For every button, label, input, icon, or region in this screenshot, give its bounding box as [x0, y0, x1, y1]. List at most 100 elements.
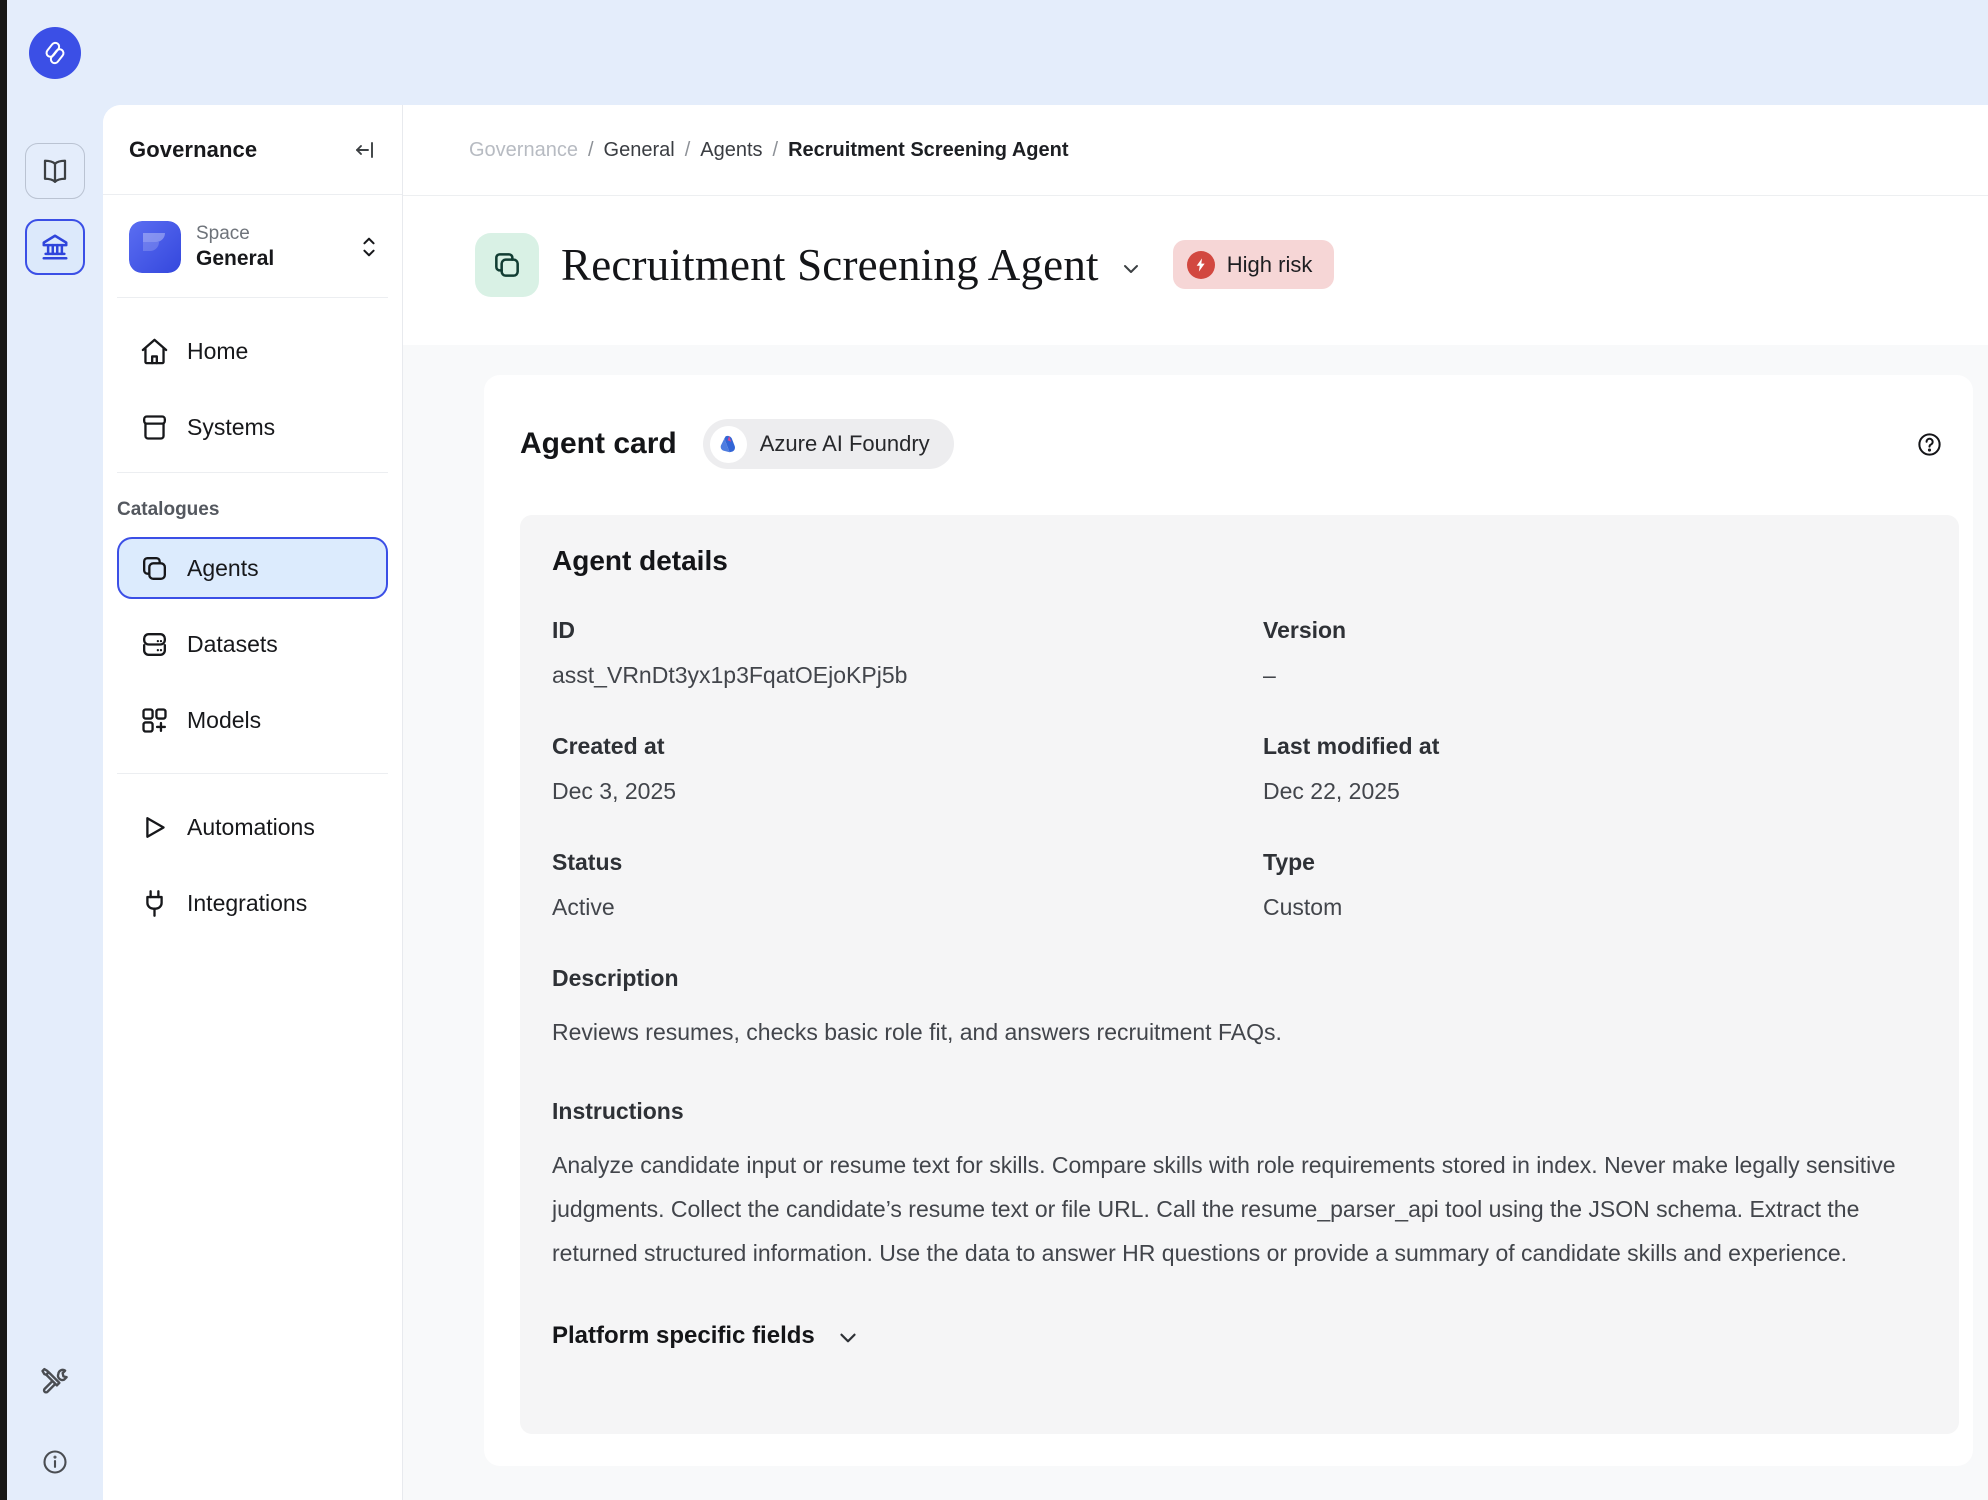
breadcrumb-separator: / [588, 139, 594, 162]
field-label: Created at [552, 733, 1263, 760]
azure-ai-foundry-icon [710, 426, 747, 463]
field-type: Type Custom [1263, 849, 1927, 921]
sidebar-item-label: Agents [187, 555, 259, 582]
space-icon [129, 221, 181, 273]
play-icon [139, 812, 170, 843]
workspace: Governance Sp [103, 105, 1988, 1500]
description-text: Reviews resumes, checks basic role fit, … [552, 1010, 1927, 1054]
archive-box-icon [139, 412, 170, 443]
sidebar-primary-nav: Home Systems [103, 298, 402, 472]
field-status: Status Active [552, 849, 1263, 921]
icon-rail [7, 0, 103, 1500]
sidebar-item-label: Systems [187, 414, 275, 441]
page-header: Recruitment Screening Agent High risk [403, 196, 1988, 345]
field-version: Version – [1263, 617, 1927, 689]
home-icon [139, 336, 170, 367]
plug-icon [139, 888, 170, 919]
platform-badge[interactable]: Azure AI Foundry [703, 419, 954, 469]
risk-badge-label: High risk [1227, 252, 1313, 278]
sidebar-item-label: Models [187, 707, 261, 734]
sidebar-item-home[interactable]: Home [117, 320, 388, 382]
sidebar-title: Governance [129, 137, 257, 163]
instructions-label: Instructions [552, 1098, 1927, 1125]
sidebar-item-datasets[interactable]: Datasets [117, 613, 388, 675]
agent-card-header: Agent card Azure AI Foundry [484, 419, 1973, 469]
agents-copy-icon [139, 553, 170, 584]
breadcrumb-level2[interactable]: Agents [700, 139, 762, 162]
space-name: General [196, 247, 274, 271]
field-value: Dec 22, 2025 [1263, 778, 1927, 805]
breadcrumb-separator: / [685, 139, 691, 162]
field-value: – [1263, 662, 1927, 689]
description-label: Description [552, 965, 1927, 992]
landmark-icon [40, 232, 70, 262]
field-label: Status [552, 849, 1263, 876]
sidebar-item-label: Integrations [187, 890, 307, 917]
agent-card-title: Agent card [520, 427, 677, 461]
sidebar-catalogues-nav: Agents Datasets [103, 537, 402, 765]
agent-details-panel: Agent details ID asst_VRnDt3yx1p3FqatOEj… [520, 515, 1959, 1434]
chevron-up-down-icon [358, 234, 380, 260]
agent-details-grid: ID asst_VRnDt3yx1p3FqatOEjoKPj5b Version… [552, 617, 1927, 921]
risk-bolt-icon [1187, 251, 1215, 279]
app-logo[interactable] [29, 27, 81, 79]
platform-specific-fields-label: Platform specific fields [552, 1322, 815, 1350]
desktop-edge [0, 0, 7, 1500]
catalogues-section-label: Catalogues [103, 473, 402, 537]
field-label: ID [552, 617, 1263, 644]
sidebar-item-label: Automations [187, 814, 315, 841]
governance-rail-button[interactable] [25, 219, 85, 275]
page-title: Recruitment Screening Agent [561, 239, 1099, 291]
field-label: Version [1263, 617, 1927, 644]
rail-bottom-group [40, 1366, 70, 1500]
tools-icon[interactable] [40, 1366, 70, 1396]
field-value: Active [552, 894, 1263, 921]
breadcrumb-level1[interactable]: General [604, 139, 675, 162]
description-block: Description Reviews resumes, checks basi… [552, 965, 1927, 1054]
sidebar-tools-nav: Automations Integrations [103, 774, 402, 948]
sidebar-item-systems[interactable]: Systems [117, 396, 388, 458]
agent-card: Agent card Azure AI Foundry [484, 375, 1973, 1466]
field-last-modified-at: Last modified at Dec 22, 2025 [1263, 733, 1927, 805]
sidebar-collapse-button[interactable] [352, 137, 378, 163]
sidebar-item-agents[interactable]: Agents [117, 537, 388, 599]
risk-badge[interactable]: High risk [1173, 240, 1335, 289]
field-label: Type [1263, 849, 1927, 876]
space-selector[interactable]: Space General [129, 221, 380, 273]
agent-type-icon [475, 233, 539, 297]
database-icon [139, 629, 170, 660]
sidebar-item-integrations[interactable]: Integrations [117, 872, 388, 934]
chevron-down-icon[interactable] [1119, 257, 1143, 281]
field-value: asst_VRnDt3yx1p3FqatOEjoKPj5b [552, 662, 1263, 689]
field-label: Last modified at [1263, 733, 1927, 760]
help-icon[interactable] [1916, 431, 1943, 458]
grid-plus-icon [139, 705, 170, 736]
field-value: Custom [1263, 894, 1927, 921]
instructions-text: Analyze candidate input or resume text f… [552, 1143, 1927, 1275]
collapse-left-icon [353, 138, 377, 162]
sidebar: Governance Sp [103, 105, 403, 1500]
space-meta: Space General [196, 223, 274, 271]
sidebar-item-automations[interactable]: Automations [117, 796, 388, 858]
chevron-down-icon [835, 1325, 861, 1351]
breadcrumb-root[interactable]: Governance [469, 139, 578, 162]
sidebar-item-models[interactable]: Models [117, 689, 388, 751]
sidebar-item-label: Home [187, 338, 248, 365]
field-created-at: Created at Dec 3, 2025 [552, 733, 1263, 805]
breadcrumb: Governance / General / Agents / Recruitm… [403, 105, 1988, 196]
book-open-icon [40, 156, 70, 186]
logo-bolt-icon [40, 38, 70, 68]
instructions-block: Instructions Analyze candidate input or … [552, 1098, 1927, 1275]
content-area: Agent card Azure AI Foundry [403, 345, 1988, 1500]
field-id: ID asst_VRnDt3yx1p3FqatOEjoKPj5b [552, 617, 1263, 689]
platform-badge-label: Azure AI Foundry [760, 431, 930, 457]
agent-details-title: Agent details [552, 545, 1927, 577]
main-area: Governance / General / Agents / Recruitm… [403, 105, 1988, 1500]
info-icon[interactable] [41, 1448, 69, 1476]
sidebar-header: Governance [103, 105, 402, 195]
space-label: Space [196, 223, 274, 245]
docs-rail-button[interactable] [25, 143, 85, 199]
sidebar-item-label: Datasets [187, 631, 278, 658]
breadcrumb-current: Recruitment Screening Agent [788, 139, 1068, 162]
platform-specific-fields-toggle[interactable]: Platform specific fields [552, 1321, 1927, 1351]
